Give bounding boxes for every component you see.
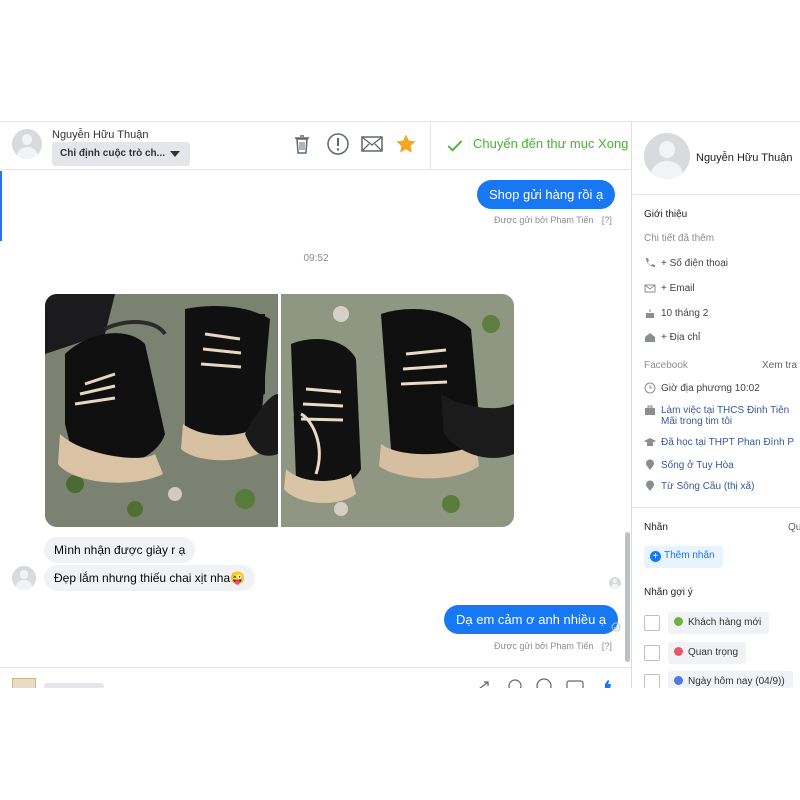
- check-icon: [447, 140, 463, 152]
- selection-indicator: [0, 171, 2, 241]
- contact-name[interactable]: Nguyễn Hữu Thuận: [52, 129, 148, 141]
- intro-title: Giới thiệu: [644, 209, 688, 220]
- label-text: Khách hàng mới: [688, 617, 762, 628]
- conversation-header: Nguyễn Hữu Thuận Chỉ định cuộc trò ch...: [0, 122, 632, 170]
- mark-done-button[interactable]: Chuyển đến thư mục Xong: [430, 122, 628, 170]
- plus-circle-icon: +: [650, 551, 661, 562]
- label-pill[interactable]: Quan trọng: [668, 642, 747, 664]
- label-pill[interactable]: Ngày hôm nay (04/9)): [668, 671, 793, 688]
- birthday-label: 10 tháng 2: [661, 308, 709, 319]
- sent-by-text: Được gửi bởi Phạm Tiến: [494, 641, 594, 651]
- see-more-link[interactable]: Xem tra: [762, 360, 797, 371]
- label-checkbox[interactable]: [644, 674, 660, 688]
- divider: [633, 507, 800, 508]
- assign-label: Chỉ định cuộc trò ch...: [60, 148, 165, 159]
- work-label: Làm việc tại THCS Đinh Tiên Mãi trong ti…: [661, 405, 789, 427]
- graduation-cap-icon: [644, 438, 656, 446]
- lives-label[interactable]: Sống ở Tuy Hòa: [661, 460, 734, 471]
- star-icon[interactable]: [394, 132, 418, 156]
- sent-by-text: Được gửi bởi Phạm Tiến: [494, 215, 594, 225]
- conversation-panel: Nguyễn Hữu Thuận Chỉ định cuộc trò ch...: [0, 122, 632, 688]
- mark-done-label: Chuyển đến thư mục Xong: [473, 136, 629, 151]
- sent-by-help[interactable]: [?]: [602, 215, 612, 225]
- sent-by-help[interactable]: [?]: [602, 641, 612, 651]
- message-incoming[interactable]: Mình nhận được giày r ạ: [44, 537, 196, 563]
- composer-input[interactable]: [44, 683, 104, 688]
- mail-icon[interactable]: [360, 132, 384, 156]
- message-outgoing[interactable]: Shop gửi hàng rồi ạ: [477, 180, 616, 209]
- label-color-dot: [674, 617, 683, 626]
- share-icon[interactable]: [478, 680, 490, 688]
- home-icon: [645, 333, 655, 342]
- label-text: Quan trọng: [688, 647, 739, 658]
- gif-icon[interactable]: [566, 680, 584, 688]
- cake-icon: [646, 309, 654, 318]
- seen-avatar: [609, 577, 621, 589]
- profile-avatar[interactable]: [644, 133, 690, 179]
- location-pin-icon: [646, 459, 654, 470]
- conversation-scrollbar[interactable]: [625, 532, 630, 662]
- location-pin-icon: [646, 480, 654, 491]
- assign-conversation-dropdown[interactable]: Chỉ định cuộc trò ch...: [52, 142, 190, 166]
- emoji-icon[interactable]: [508, 679, 522, 688]
- chevron-down-icon: [170, 151, 180, 157]
- sticker-icon[interactable]: [536, 678, 552, 688]
- contact-info-panel: Nguyễn Hữu Thuận Giới thiệu Chi tiết đã …: [633, 122, 800, 688]
- sent-status-icon: [611, 622, 621, 632]
- add-email-label: + Email: [661, 283, 695, 294]
- sender-avatar: [12, 566, 36, 590]
- label-text: Ngày hôm nay (04/9)): [688, 676, 785, 687]
- clock-icon: [644, 382, 656, 394]
- sent-by-label: Được gửi bởi Phạm Tiến [?]: [494, 215, 612, 225]
- message-composer[interactable]: [0, 667, 632, 688]
- divider: [633, 194, 800, 195]
- shoe-photo-1[interactable]: [45, 294, 278, 527]
- details-added-label: Chi tiết đã thêm: [644, 233, 715, 244]
- label-color-dot: [674, 647, 683, 656]
- like-icon[interactable]: [602, 679, 612, 688]
- add-label-text: Thêm nhãn: [664, 550, 715, 561]
- add-address-label: + Địa chỉ: [661, 332, 701, 343]
- work-text-2[interactable]: Mãi trong tim tôi: [661, 416, 732, 427]
- add-phone-label: + Số điện thoại: [661, 258, 728, 269]
- message-outgoing[interactable]: Dạ em cảm ơ anh nhiều ạ: [444, 605, 619, 634]
- suggested-labels-title: Nhãn gợi ý: [644, 587, 693, 598]
- alert-icon[interactable]: [326, 132, 350, 156]
- phone-icon: [646, 258, 655, 267]
- composer-avatar: [12, 678, 36, 688]
- trash-icon[interactable]: [290, 132, 314, 156]
- sent-by-label: Được gửi bởi Phạm Tiến [?]: [494, 641, 612, 651]
- study-label[interactable]: Đã học tại THPT Phan Đình P: [661, 437, 794, 448]
- contact-avatar[interactable]: [12, 129, 42, 159]
- local-time-label: Giờ địa phương 10:02: [661, 383, 760, 394]
- label-pill[interactable]: Khách hàng mới: [668, 612, 770, 634]
- add-label-button[interactable]: + Thêm nhãn: [644, 546, 723, 568]
- inbox-window: Nguyễn Hữu Thuận Chỉ định cuộc trò ch...: [0, 121, 800, 688]
- label-checkbox[interactable]: [644, 645, 660, 661]
- label-color-dot: [674, 676, 683, 685]
- work-text[interactable]: Làm việc tại THCS Đinh Tiên: [661, 405, 789, 416]
- envelope-icon: [644, 284, 656, 293]
- shoe-photo-2[interactable]: [281, 294, 514, 527]
- label-checkbox[interactable]: [644, 615, 660, 631]
- manage-labels-link[interactable]: Qu: [788, 522, 800, 533]
- briefcase-icon: [645, 405, 655, 415]
- profile-name[interactable]: Nguyễn Hữu Thuận: [696, 152, 792, 164]
- message-timestamp: 09:52: [303, 253, 329, 264]
- message-incoming[interactable]: Đẹp lắm nhưng thiếu chai xịt nha😜: [44, 565, 256, 591]
- labels-title: Nhãn: [644, 522, 668, 533]
- facebook-title: Facebook: [644, 360, 688, 371]
- from-label[interactable]: Từ Sông Cầu (thị xã): [661, 481, 754, 492]
